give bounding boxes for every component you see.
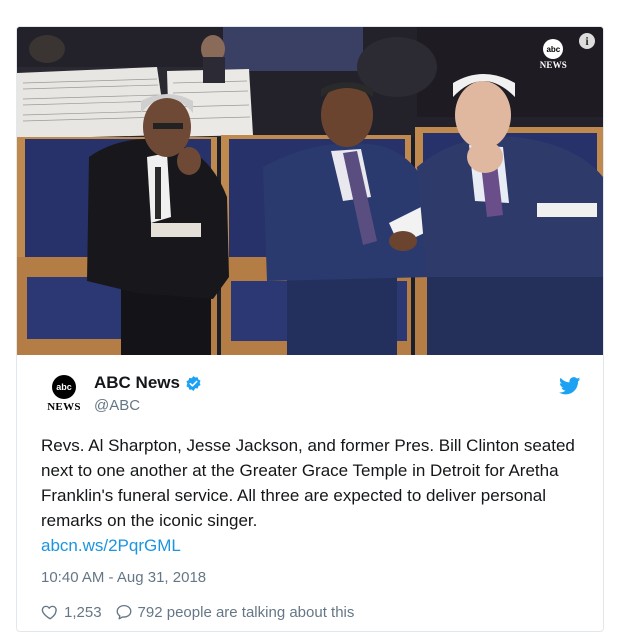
like-count[interactable]: 1,253 [64, 604, 102, 621]
avatar[interactable]: abc NEWS [41, 371, 87, 417]
tweet-text: Revs. Al Sharpton, Jesse Jackson, and fo… [41, 436, 575, 530]
watermark-logo: abc [543, 39, 564, 59]
tweet-body: Revs. Al Sharpton, Jesse Jackson, and fo… [41, 433, 581, 558]
talking-count[interactable]: 792 people are talking about this [138, 604, 355, 621]
abc-news-watermark: abc NEWS [540, 39, 567, 70]
heart-icon[interactable] [41, 603, 59, 621]
tweet-actions: 1,253 792 people are talking about this [41, 603, 354, 621]
display-name[interactable]: ABC News [94, 373, 180, 393]
tweet-header: abc NEWS ABC News @ABC [41, 371, 581, 419]
twitter-bird-icon[interactable] [559, 377, 581, 395]
verified-badge-icon [186, 375, 201, 391]
name-row: ABC News [94, 373, 202, 393]
tweet-link[interactable]: abcn.ws/2PqrGML [41, 533, 581, 558]
tweet-photo[interactable]: abc NEWS i [17, 27, 603, 355]
tweet-timestamp[interactable]: 10:40 AM - Aug 31, 2018 [41, 569, 206, 586]
avatar-text: NEWS [47, 401, 81, 413]
avatar-logo: abc [52, 375, 76, 399]
user-handle[interactable]: @ABC [94, 397, 140, 414]
watermark-text: NEWS [539, 60, 567, 70]
info-icon[interactable]: i [579, 33, 595, 49]
speech-bubble-icon[interactable] [115, 603, 133, 621]
embedded-tweet-card[interactable]: abc NEWS i abc NEWS ABC News @ABC Revs. … [16, 26, 604, 632]
photo-scene [17, 27, 603, 355]
